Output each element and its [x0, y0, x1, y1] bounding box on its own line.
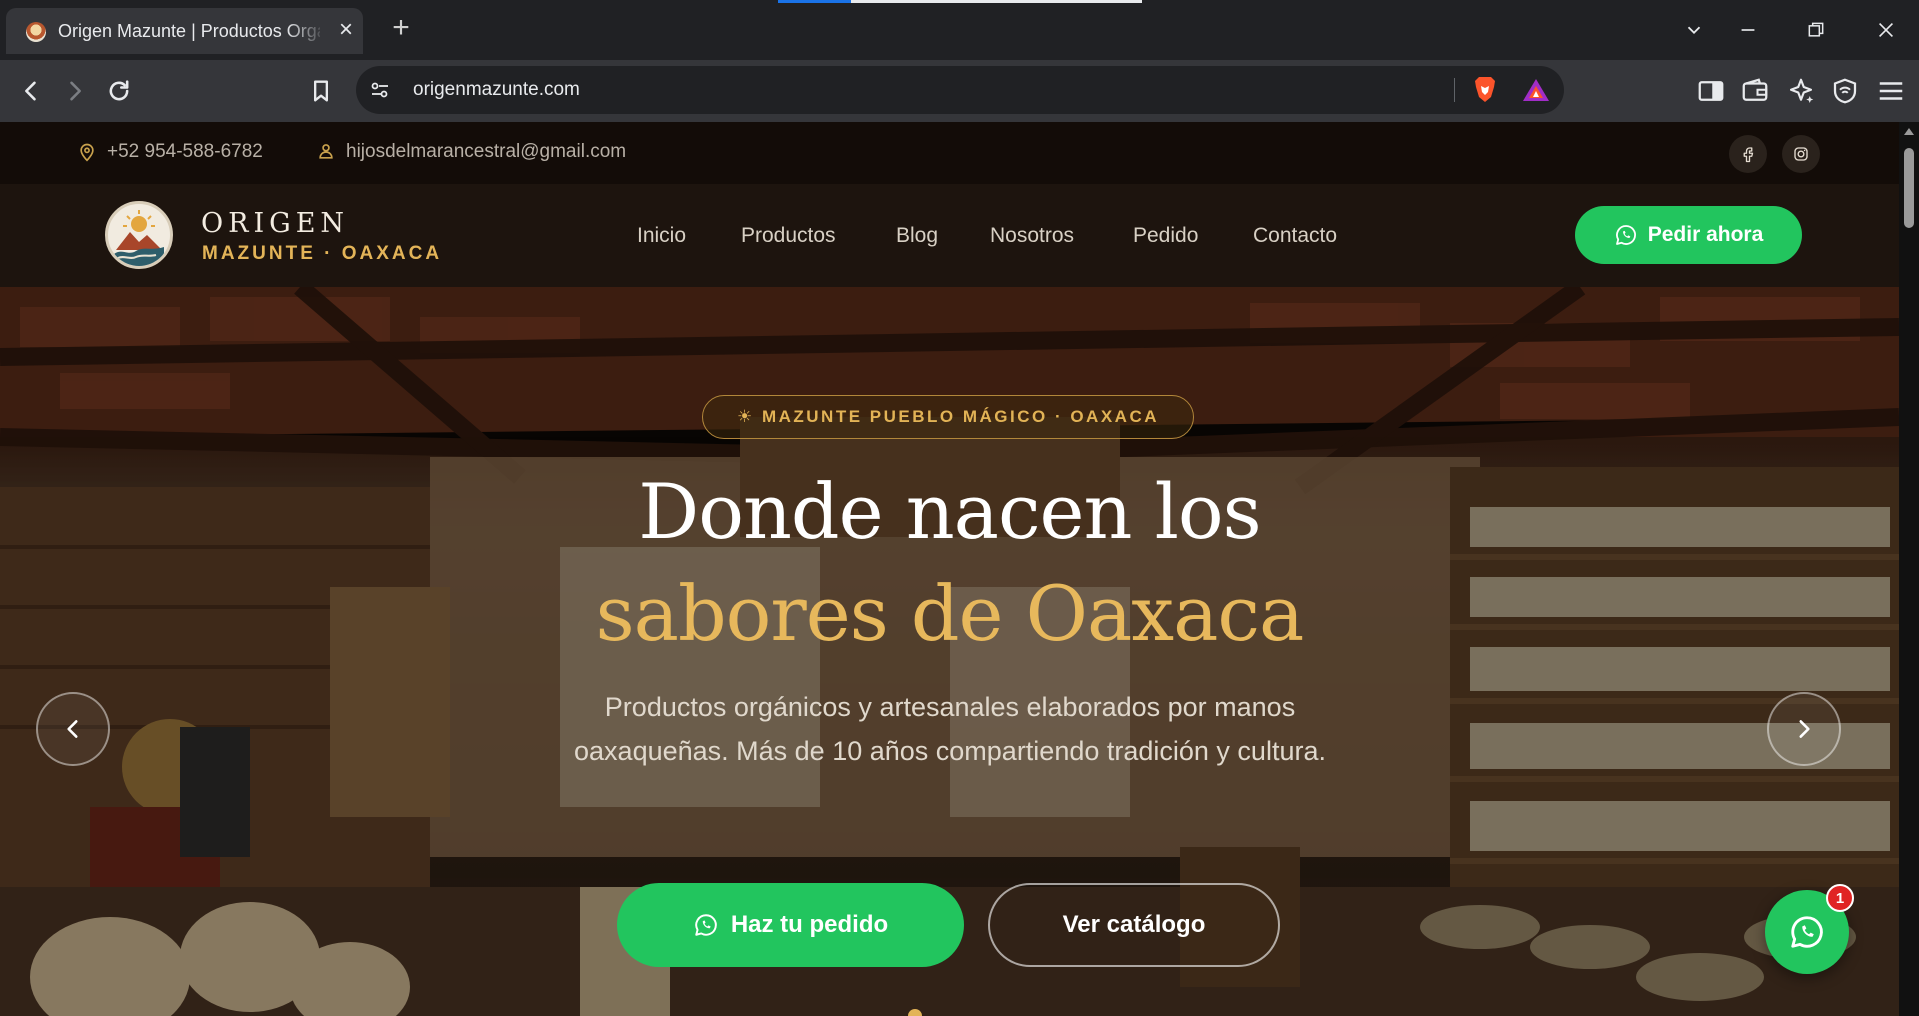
- slider-prev-button[interactable]: [36, 692, 110, 766]
- back-button[interactable]: [14, 74, 48, 108]
- contact-topbar: +52 954-588-6782 hijosdelmarancestral@gm…: [0, 122, 1899, 184]
- wallet-icon[interactable]: [1740, 76, 1770, 106]
- phone-number: +52 954-588-6782: [107, 141, 263, 162]
- browser-tab-active[interactable]: Origen Mazunte | Productos Orgánicos ×: [6, 8, 363, 54]
- reload-button[interactable]: [102, 74, 136, 108]
- restore-window-button[interactable]: [1800, 14, 1832, 46]
- location-pin-icon: [80, 143, 94, 162]
- hero-location-badge: ☀ MAZUNTE PUEBLO MÁGICO · OAXACA: [702, 395, 1194, 439]
- whatsapp-notification-badge: 1: [1826, 884, 1854, 912]
- scrollbar-thumb[interactable]: [1904, 148, 1914, 228]
- whatsapp-icon: [1615, 225, 1636, 245]
- nav-inicio[interactable]: Inicio: [637, 224, 686, 248]
- browser-tab-strip: Origen Mazunte | Productos Orgánicos × +: [0, 0, 1919, 60]
- chevron-right-icon: [1799, 720, 1810, 738]
- nav-blog[interactable]: Blog: [896, 224, 938, 248]
- whatsapp-icon: [695, 914, 717, 936]
- slider-dot-active[interactable]: [908, 1009, 922, 1016]
- new-tab-button[interactable]: +: [386, 13, 416, 44]
- site-favicon-icon: [26, 22, 46, 42]
- whatsapp-icon: [1791, 916, 1823, 948]
- nav-productos[interactable]: Productos: [741, 224, 836, 248]
- brave-shields-icon[interactable]: [1472, 76, 1498, 104]
- nav-pedido[interactable]: Pedido: [1133, 224, 1198, 248]
- chevron-left-icon: [67, 720, 78, 738]
- main-menu-icon[interactable]: [1876, 76, 1906, 106]
- bookmark-icon[interactable]: [304, 74, 338, 108]
- tab-close-icon[interactable]: ×: [334, 18, 358, 42]
- tab-search-chevron-icon[interactable]: [1678, 14, 1710, 46]
- close-window-button[interactable]: [1870, 14, 1902, 46]
- vpn-shield-icon[interactable]: [1830, 76, 1860, 106]
- brand-name[interactable]: ORIGEN: [201, 208, 349, 239]
- page-scrollbar[interactable]: [1899, 122, 1919, 1016]
- site-settings-icon[interactable]: [368, 78, 392, 102]
- tab-title: Origen Mazunte | Productos Orgánicos: [58, 21, 320, 41]
- hero-title-line1: Donde nacen los: [638, 467, 1261, 556]
- place-order-button[interactable]: Haz tu pedido: [617, 883, 964, 967]
- view-catalog-button[interactable]: Ver catálogo: [988, 883, 1280, 967]
- place-order-label: Haz tu pedido: [730, 911, 889, 938]
- hero-title-line2: sabores de Oaxaca: [595, 569, 1305, 658]
- page-load-progress: [778, 0, 1142, 3]
- sidebar-toggle-icon[interactable]: [1696, 76, 1726, 106]
- email-address: hijosdelmarancestral@gmail.com: [346, 141, 627, 162]
- nav-contacto[interactable]: Contacto: [1253, 224, 1337, 248]
- site-header: ORIGEN MAZUNTE · OAXACA Inicio Productos…: [0, 184, 1899, 287]
- slider-next-button[interactable]: [1767, 692, 1841, 766]
- address-bar[interactable]: origenmazunte.com: [356, 66, 1564, 114]
- order-now-button[interactable]: Pedir ahora: [1575, 206, 1802, 264]
- browser-toolbar: origenmazunte.com: [0, 60, 1919, 122]
- forward-button[interactable]: [58, 74, 92, 108]
- url-text: origenmazunte.com: [413, 79, 580, 100]
- brand-location: MAZUNTE · OAXACA: [202, 243, 443, 264]
- hero-description: Productos orgánicos y artesanales elabor…: [574, 692, 1326, 766]
- scroll-up-arrow-icon[interactable]: [1904, 128, 1914, 135]
- email-contact[interactable]: hijosdelmarancestral@gmail.com: [316, 141, 626, 163]
- hero-slider: ☀ MAZUNTE PUEBLO MÁGICO · OAXACA Donde n…: [0, 287, 1899, 1016]
- order-now-label: Pedir ahora: [1647, 223, 1764, 246]
- nav-nosotros[interactable]: Nosotros: [990, 224, 1074, 248]
- brave-rewards-icon[interactable]: [1522, 78, 1550, 102]
- facebook-icon[interactable]: [1729, 135, 1767, 173]
- brand-logo[interactable]: [105, 201, 173, 269]
- website-viewport: +52 954-588-6782 hijosdelmarancestral@gm…: [0, 122, 1899, 1016]
- leo-ai-icon[interactable]: [1786, 76, 1816, 106]
- phone-contact[interactable]: +52 954-588-6782: [77, 141, 263, 163]
- minimize-window-button[interactable]: [1732, 14, 1764, 46]
- instagram-icon[interactable]: [1782, 135, 1820, 173]
- email-icon: [319, 144, 333, 159]
